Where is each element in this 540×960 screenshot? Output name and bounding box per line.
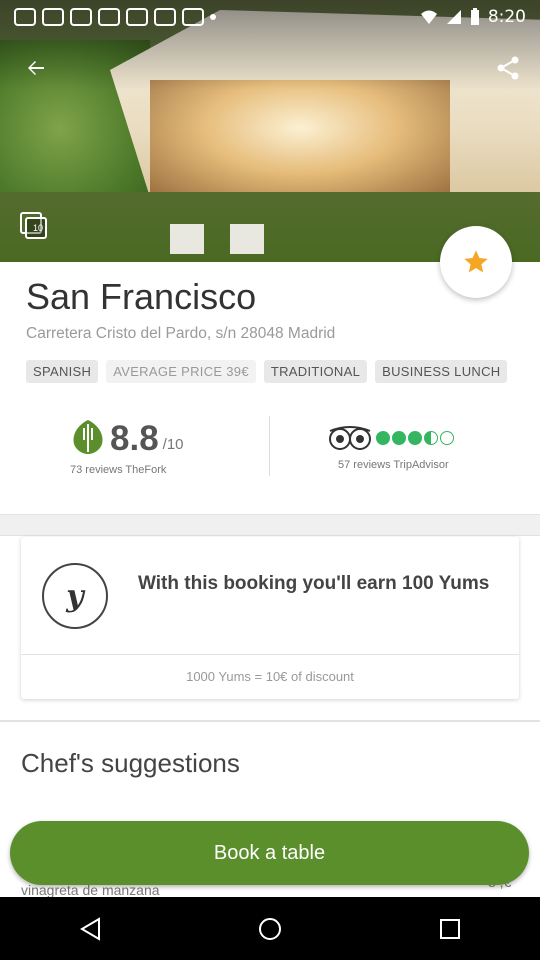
tag-cuisine: SPANISH [26,360,99,383]
square-recents-icon [440,918,460,939]
yums-discount-note: 1000 Yums = 10€ of discount [186,669,354,684]
rating-bubble [392,431,406,445]
back-button[interactable] [14,46,58,90]
restaurant-photo[interactable] [0,0,540,262]
wifi-icon [420,10,437,24]
tag-price: AVERAGE PRICE 39€ [106,360,256,383]
thefork-logo-icon [73,420,103,454]
shield-icon [14,8,36,26]
arrow-back-icon [28,61,44,75]
restaurant-name: San Francisco [26,276,257,317]
thefork-scale: /10 [162,436,184,453]
nav-back-button[interactable] [60,904,120,954]
tripadvisor-owl-icon [329,426,371,450]
tag-style: TRADITIONAL [263,360,368,383]
nav-recents-button[interactable] [420,904,480,954]
dot-icon [210,14,216,20]
yums-logo: y [42,563,108,629]
yums-card[interactable]: y With this booking you'll earn 100 Yums… [21,537,519,699]
tag-list: SPANISH AVERAGE PRICE 39€ TRADITIONAL BU… [26,360,508,383]
pet-icon [154,8,176,26]
circle-home-icon [259,917,281,940]
gallery-count: 10 [33,223,44,233]
yums-message: With this booking you'll earn 100 Yums [138,573,490,594]
gallery-button[interactable]: 10 [18,210,50,242]
restaurant-address: Carretera Cristo del Pardo, s/n 28048 Ma… [26,325,336,342]
section-separator [0,514,540,536]
triangle-back-icon [80,916,100,941]
status-bar: 8:20 [0,0,540,34]
pet-icon [182,8,204,26]
rating-bubble [424,431,438,445]
book-table-button[interactable]: Book a table [10,821,529,885]
star-icon [464,250,488,273]
rating-bubble [376,431,390,445]
tripadvisor-rating[interactable]: 57 reviews TripAdvisor [326,425,526,471]
signal-icon [446,10,461,24]
thefork-score: 8.8 [110,419,159,458]
share-button[interactable] [486,46,530,90]
share-icon [497,56,519,80]
system-nav-bar [0,897,540,960]
chef-suggestions-heading: Chef's suggestions [21,748,240,778]
section-separator [0,720,540,722]
thefork-rating[interactable]: 8.8 /10 73 reviews TheFork [70,418,260,476]
notification-icons [14,8,216,26]
b-icon [70,8,92,26]
image-icon [98,8,120,26]
favorite-button[interactable] [440,226,512,298]
nav-home-button[interactable] [240,904,300,954]
battery-icon [470,8,479,25]
image-icon [42,8,64,26]
ratings-section: 8.8 /10 73 reviews TheFork 57 reviews Tr… [0,410,540,490]
tag-business-lunch: BUSINESS LUNCH [375,360,508,383]
tripadvisor-reviews: 57 reviews TripAdvisor [338,459,449,471]
photo-planter [230,224,264,254]
photo-planter [170,224,204,254]
thefork-reviews: 73 reviews TheFork [70,464,167,476]
rating-bubble [408,431,422,445]
photo-tent-interior [150,80,450,200]
rating-bubble [440,431,454,445]
esc-icon [126,8,148,26]
clock: 8:20 [487,7,526,27]
ratings-divider [269,416,270,476]
yums-divider [21,654,519,655]
